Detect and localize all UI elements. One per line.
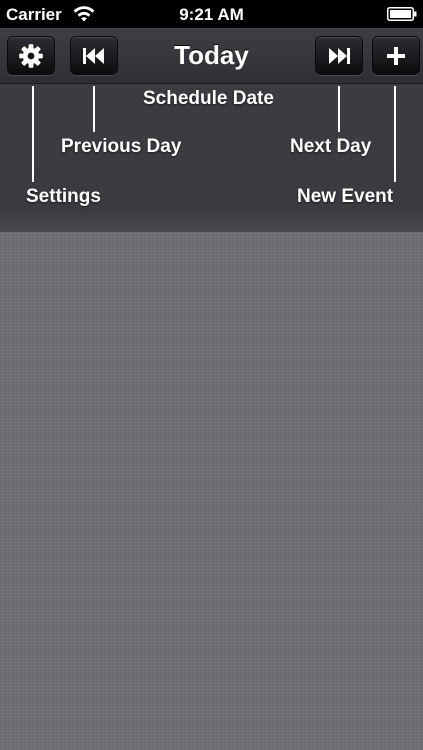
status-time: 9:21 AM <box>179 5 244 24</box>
linen-background <box>0 232 423 750</box>
toolbar: Today <box>0 28 423 84</box>
guide-line-next <box>338 86 340 132</box>
help-overlay: Schedule Date Previous Day Next Day Sett… <box>0 84 423 232</box>
previous-day-label: Previous Day <box>61 136 182 157</box>
schedule-date-label: Schedule Date <box>143 88 274 109</box>
guide-line-previous <box>93 86 95 132</box>
plus-icon <box>387 46 405 65</box>
next-day-button[interactable] <box>315 36 363 75</box>
skip-forward-icon <box>329 47 350 64</box>
battery-icon <box>387 7 417 21</box>
settings-label: Settings <box>26 186 101 207</box>
status-bar: Carrier 9:21 AM <box>0 0 423 28</box>
new-event-button[interactable] <box>372 36 420 75</box>
guide-line-settings <box>32 86 34 182</box>
next-day-label: Next Day <box>290 136 372 157</box>
guide-line-new-event <box>394 86 396 182</box>
new-event-label: New Event <box>297 186 394 207</box>
